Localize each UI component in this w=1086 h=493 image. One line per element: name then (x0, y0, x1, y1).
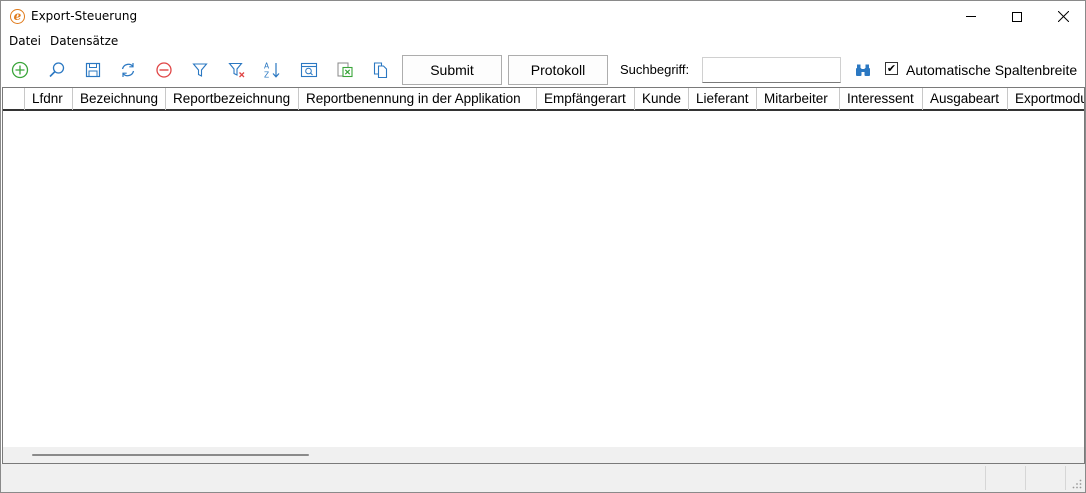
grid-header: Lfdnr Bezeichnung Reportbezeichnung Repo… (3, 88, 1084, 111)
maximize-icon (1012, 11, 1022, 22)
column-header-reportbenennung[interactable]: Reportbenennung in der Applikation (299, 88, 537, 110)
maximize-button[interactable] (994, 1, 1040, 32)
column-header-reportbezeichnung[interactable]: Reportbezeichnung (166, 88, 299, 110)
menu-datei[interactable]: Datei (9, 34, 41, 48)
export-steuerung-window: e Export-Steuerung Datei Datensätze A Z … (0, 0, 1086, 493)
search-label: Suchbegriff: (620, 62, 690, 77)
minimize-button[interactable] (948, 1, 994, 32)
horizontal-scrollbar[interactable] (3, 447, 1084, 463)
close-button[interactable] (1040, 1, 1086, 32)
clear-filter-icon[interactable] (227, 60, 247, 80)
copy-icon[interactable] (371, 60, 391, 80)
column-header-exportmodu[interactable]: Exportmodu (1008, 88, 1084, 110)
binoculars-icon[interactable] (853, 60, 873, 80)
resize-grip-icon[interactable] (1072, 479, 1082, 489)
refresh-icon[interactable] (118, 60, 138, 80)
row-header-corner (3, 88, 25, 110)
sort-icon[interactable]: AZ (262, 60, 282, 80)
excel-export-icon[interactable] (335, 60, 355, 80)
column-header-lieferant[interactable]: Lieferant (689, 88, 757, 110)
toolbar: AZ Submit Protokoll Suchbegriff: ✔ Autom… (1, 52, 1085, 87)
filter-icon[interactable] (190, 60, 210, 80)
auto-width-label: Automatische Spaltenbreite (906, 62, 1078, 78)
minimize-icon (966, 16, 976, 17)
submit-button[interactable]: Submit (402, 55, 502, 85)
window-title: Export-Steuerung (31, 9, 138, 23)
add-icon[interactable] (10, 60, 30, 80)
scrollbar-thumb[interactable] (32, 454, 309, 456)
data-grid[interactable]: Lfdnr Bezeichnung Reportbezeichnung Repo… (2, 87, 1085, 464)
column-header-kunde[interactable]: Kunde (635, 88, 689, 110)
column-header-bezeichnung[interactable]: Bezeichnung (73, 88, 166, 110)
status-separator (985, 466, 986, 490)
column-header-lfdnr[interactable]: Lfdnr (25, 88, 73, 110)
column-header-mitarbeiter[interactable]: Mitarbeiter (757, 88, 840, 110)
protokoll-button[interactable]: Protokoll (508, 55, 608, 85)
column-header-interessent[interactable]: Interessent (840, 88, 923, 110)
menu-datensaetze[interactable]: Datensätze (50, 34, 118, 48)
svg-text:Z: Z (264, 71, 269, 80)
search-input[interactable] (702, 57, 841, 83)
view-icon[interactable] (299, 60, 319, 80)
title-bar: e Export-Steuerung (1, 1, 1085, 32)
column-header-ausgabeart[interactable]: Ausgabeart (923, 88, 1008, 110)
app-logo-icon: e (10, 9, 25, 24)
svg-text:A: A (264, 62, 270, 71)
close-icon (1057, 11, 1069, 22)
auto-width-checkbox[interactable]: ✔ (885, 62, 898, 75)
status-separator (1065, 466, 1066, 490)
column-header-empfaengerart[interactable]: Empfängerart (537, 88, 635, 110)
menu-bar: Datei Datensätze (1, 32, 1085, 52)
save-icon[interactable] (83, 60, 103, 80)
delete-icon[interactable] (154, 60, 174, 80)
status-separator (1025, 466, 1026, 490)
search-icon[interactable] (47, 60, 67, 80)
status-bar (1, 464, 1085, 492)
